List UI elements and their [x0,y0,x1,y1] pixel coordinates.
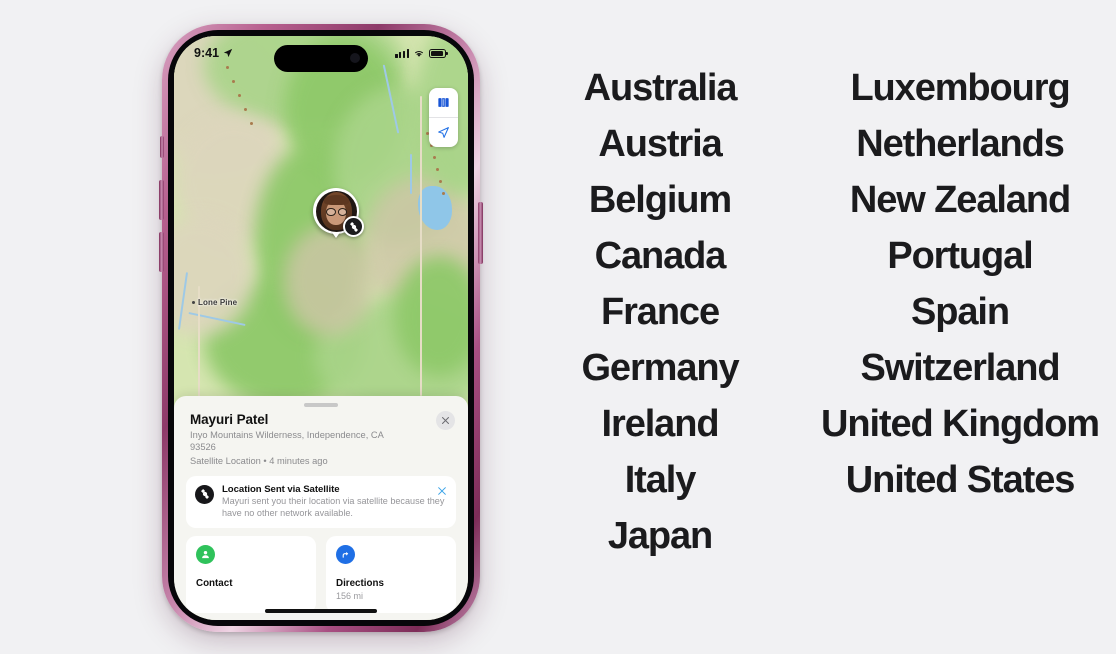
satellite-icon [200,489,209,500]
person-name: Mayuri Patel [190,412,269,427]
status-left: 9:41 [194,46,233,60]
country-column-left: Australia Austria Belgium Canada France Germa… [510,60,810,600]
satellite-icon-wrapper [195,484,214,504]
river [410,154,412,194]
map-controls [429,88,458,147]
map-label-lone-pine: Lone Pine [192,298,237,307]
highway [420,96,422,396]
person-location-meta: Satellite Location • 4 minutes ago [190,455,328,466]
cellular-signal-icon [395,48,409,58]
country-item: Ireland [601,403,720,445]
contact-button[interactable]: Contact [186,536,316,613]
directions-icon-wrapper [336,545,355,564]
directions-distance: 156 mi [336,591,364,601]
friend-location-pin[interactable] [313,188,364,238]
battery-icon [429,48,448,58]
country-item: France [600,291,720,333]
country-item: Germany [581,347,739,389]
country-item: United Kingdom [820,403,1100,445]
map-mode-button[interactable] [429,88,458,117]
close-sheet-button[interactable] [436,411,455,430]
map-dot-icon [192,301,195,304]
status-time: 9:41 [194,46,220,60]
country-item: Switzerland [860,347,1060,389]
directions-button[interactable]: Directions 156 mi [326,536,456,613]
volume-down-button[interactable] [159,232,164,272]
iphone-mockup: Lone Pine 9:41 Mayuri Patel Inyo Mountai… [159,24,483,632]
volume-up-button[interactable] [159,180,164,220]
contact-label: Contact [196,578,233,589]
country-item: New Zealand [849,179,1071,221]
location-arrow-icon [438,127,449,138]
pin-tail [331,231,341,238]
status-right [395,48,448,58]
current-location-button[interactable] [429,117,458,147]
notification-body: Location Sent via Satellite Mayuri sent … [222,484,447,519]
country-item: Australia [583,67,738,109]
person-icon [202,550,209,559]
wifi-icon [415,50,423,57]
location-arrow-icon [223,48,233,58]
country-item: United States [845,459,1076,501]
country-availability-list: Australia Austria Belgium Canada France Germa… [510,60,1110,600]
satellite-icon [349,221,358,232]
dynamic-island [274,45,368,72]
phone-screen: Lone Pine 9:41 Mayuri Patel Inyo Mountai… [174,36,468,620]
home-indicator[interactable] [265,609,377,613]
country-item: Austria [598,123,722,165]
map-view[interactable]: Lone Pine 9:41 [174,36,468,404]
country-item: Luxembourg [850,67,1070,109]
satellite-badge [343,216,364,237]
notification-title: Location Sent via Satellite [222,483,340,495]
location-detail-sheet: Mayuri Patel Inyo Mountains Wilderness, … [174,396,468,620]
map-book-icon [438,98,449,107]
silent-switch[interactable] [160,136,164,158]
directions-label: Directions [336,578,384,589]
country-item: Italy [624,459,697,501]
map-label-text: Lone Pine [198,298,238,307]
country-item: Canada [594,235,727,277]
satellite-notification[interactable]: Location Sent via Satellite Mayuri sent … [186,475,456,528]
person-header: Mayuri Patel Inyo Mountains Wilderness, … [174,407,468,466]
directions-arrow-icon [342,551,349,558]
close-icon [438,486,446,495]
power-button[interactable] [478,202,483,264]
person-icon-wrapper [196,545,215,564]
country-column-right: Luxembourg Netherlands New Zealand Portugal… [810,60,1110,600]
action-buttons: Contact Directions 156 mi [186,536,456,613]
country-item: Netherlands [856,123,1065,165]
person-address: Inyo Mountains Wilderness, Independence,… [190,430,384,452]
dismiss-notification-button[interactable] [437,483,447,501]
country-item: Belgium [588,179,732,221]
notification-text: Mayuri sent you their location via satel… [222,496,445,518]
close-icon [442,417,449,424]
country-item: Portugal [887,235,1033,277]
screenshot-root: Lone Pine 9:41 Mayuri Patel Inyo Mountai… [0,0,1116,654]
country-item: Spain [911,291,1010,333]
country-item: Japan [607,515,713,557]
